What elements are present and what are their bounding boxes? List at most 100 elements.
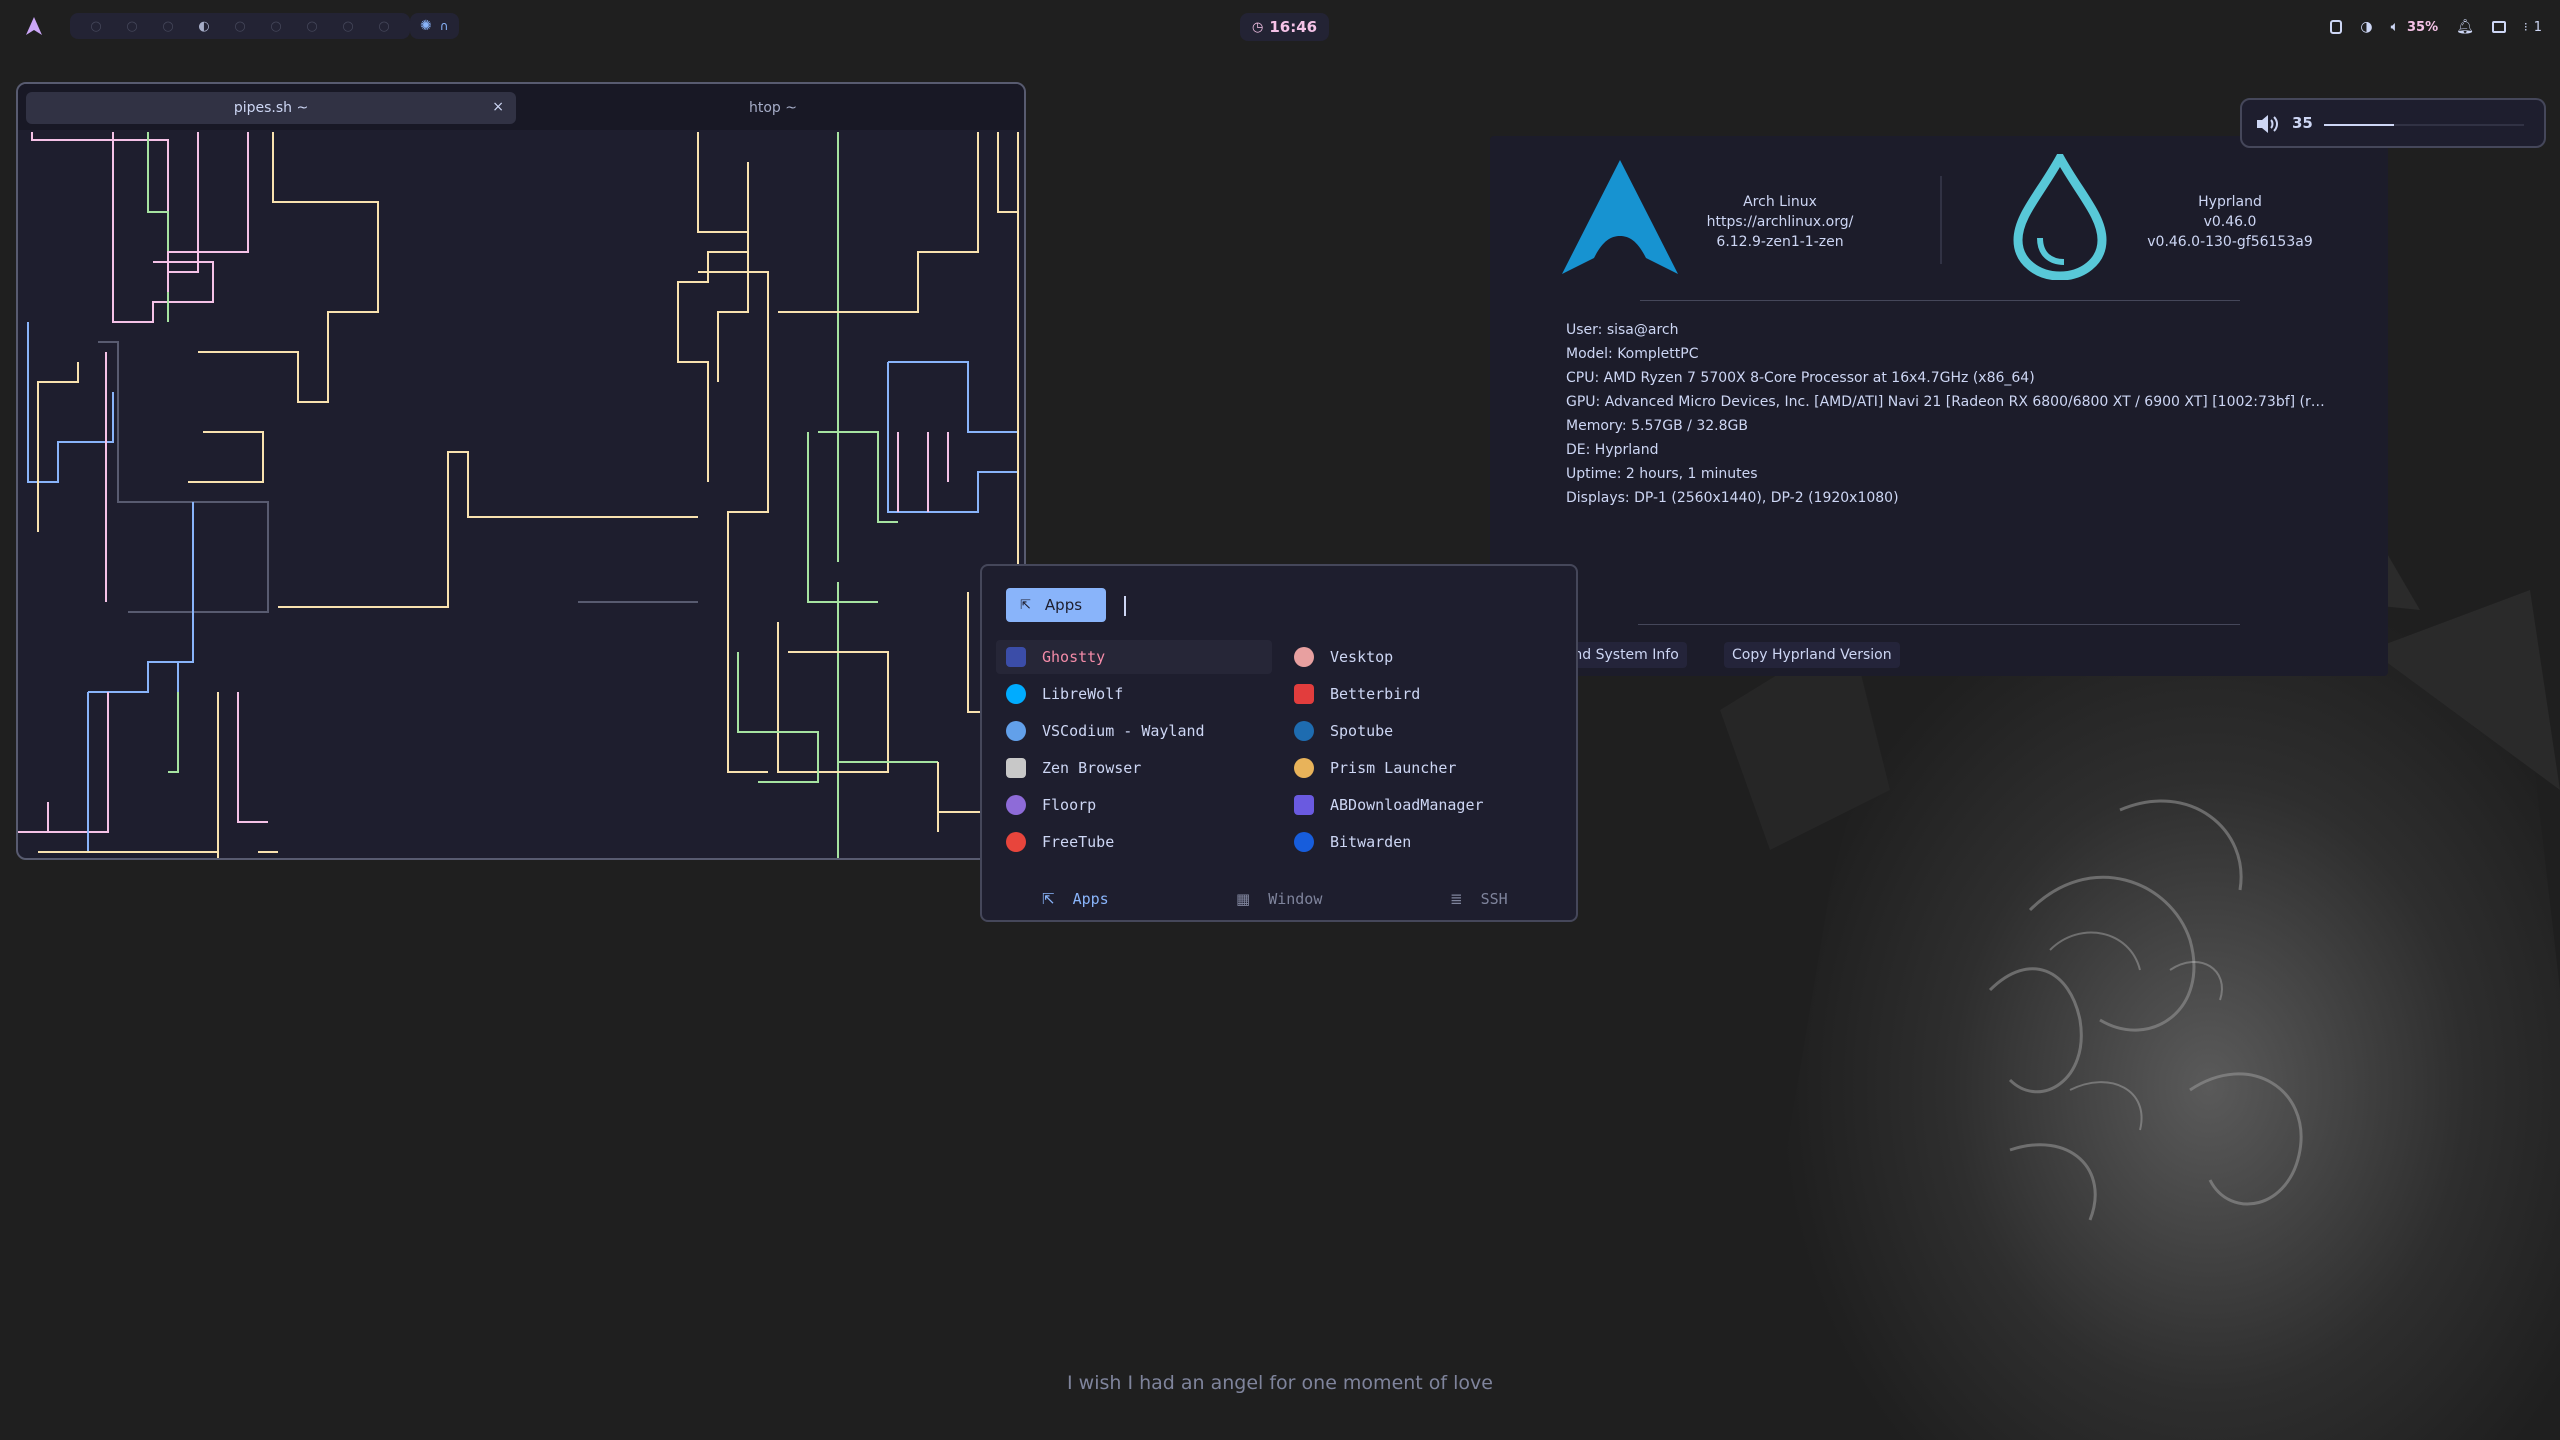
distro-info: Arch Linux https://archlinux.org/ 6.12.9… [1690,192,1870,252]
external-link-icon: ⇱ [1020,597,1031,613]
kernel-version: 6.12.9-zen1-1-zen [1716,234,1844,250]
volume-slider-fill [2324,124,2394,126]
tab-label: htop ~ [749,100,797,116]
volume-widget[interactable]: 🔈︎ 35% [2391,19,2439,35]
distro-name: Arch Linux [1743,194,1817,210]
mode-pill[interactable]: ⇱ Apps [1006,588,1106,622]
floorp-icon [1006,795,1026,815]
app-label: Betterbird [1330,685,1421,703]
tab-pipes[interactable]: pipes.sh ~ × [26,92,516,124]
info-uptime: Uptime: 2 hours, 1 minutes [1566,466,1758,482]
mode-window[interactable]: ▦ Window [1236,884,1322,914]
clipboard-icon[interactable] [2330,20,2343,34]
info-model: Model: KomplettPC [1566,346,1699,362]
app-label: Ghostty [1042,648,1106,666]
workspace-6[interactable]: ○ [258,13,294,39]
ghostty-icon [1006,647,1026,667]
terminal-window[interactable]: pipes.sh ~ × htop ~ [16,82,1026,860]
workspace-1[interactable]: ○ [78,13,114,39]
app-item[interactable]: ABDownloadManager [1284,788,1560,822]
app-item[interactable]: Spotube [1284,714,1560,748]
system-info-panel: Arch Linux https://archlinux.org/ 6.12.9… [1490,136,2388,676]
dots-icon: ⁝ [2523,20,2528,34]
volume-percent: 35% [2406,19,2439,35]
mode-pill-label: Apps [1044,596,1083,614]
abdownloadmanager-icon [1294,795,1314,815]
external-link-icon: ⇱ [1042,890,1055,908]
app-label: Prism Launcher [1330,759,1457,777]
vesktop-icon [1294,647,1314,667]
mode-label: SSH [1480,890,1508,908]
workspace-2[interactable]: ○ [114,13,150,39]
speaker-icon: 🔈︎ [2390,19,2399,35]
workspace-8[interactable]: ○ [330,13,366,39]
volume-slider[interactable] [2324,124,2524,126]
workspace-7[interactable]: ○ [294,13,330,39]
freetube-icon [1006,832,1026,852]
app-item[interactable]: Zen Browser [996,751,1272,785]
workspace-switcher: ○ ○ ○ ◐ ○ ○ ○ ○ ○ [70,13,410,39]
workspace-3[interactable]: ○ [150,13,186,39]
app-item[interactable]: Prism Launcher [1284,751,1560,785]
app-label: Spotube [1330,722,1394,740]
clock[interactable]: ◷ 16:46 [1240,13,1330,41]
wm-build: v0.46.0-130-gf56153a9 [2147,234,2313,250]
top-bar: ○ ○ ○ ◐ ○ ○ ○ ○ ○ ✺ ∩ ◷ 16:46 ◑ 🔈︎ 35% 🔔… [0,0,2560,52]
info-user: User: sisa@arch [1566,322,1679,338]
app-item[interactable]: Betterbird [1284,677,1560,711]
close-tab-icon[interactable]: × [492,99,504,115]
mode-apps[interactable]: ⇱ Apps [1042,884,1109,914]
copy-hyprland-version-button[interactable]: Copy Hyprland Version [1724,642,1900,668]
clock-icon: ◷ [1252,19,1264,35]
app-label: Bitwarden [1330,833,1412,851]
librewolf-icon [1006,684,1026,704]
bell-icon[interactable]: 🔔︎ [2456,19,2474,35]
volume-osd: 35 [2240,98,2546,148]
workspace-indicator-number: 1 [2533,19,2542,35]
workspace-9[interactable]: ○ [366,13,402,39]
info-gpu: GPU: Advanced Micro Devices, Inc. [AMD/A… [1566,394,2325,410]
search-input-cursor[interactable] [1124,596,1126,616]
arch-launcher-icon[interactable] [24,16,44,36]
night-light-icon[interactable]: ◑ [2360,19,2372,35]
betterbird-icon [1294,684,1314,704]
app-label: Floorp [1042,796,1097,814]
app-item[interactable]: Ghostty [996,640,1272,674]
app-item[interactable]: Bitwarden [1284,825,1560,859]
workspace-5[interactable]: ○ [222,13,258,39]
app-label: ABDownloadManager [1330,796,1484,814]
zen-browser-icon [1006,758,1026,778]
mode-label: Apps [1072,890,1109,908]
list-icon: ≣ [1450,890,1463,908]
distro-url: https://archlinux.org/ [1706,214,1854,230]
pipes-animation [18,132,1019,858]
clock-time: 16:46 [1269,18,1318,36]
app-item[interactable]: Vesktop [1284,640,1560,674]
app-label: Zen Browser [1042,759,1142,777]
workspace-indicator[interactable]: ⁝ 1 [2524,20,2542,35]
hyprland-logo [2013,154,2107,280]
grid-icon: ▦ [1236,890,1251,908]
mode-ssh[interactable]: ≣ SSH [1450,884,1508,914]
app-label: VSCodium - Wayland [1042,722,1205,740]
headphones-icon[interactable]: ∩ [440,19,449,33]
app-label: FreeTube [1042,833,1115,851]
status-right: ◑ 🔈︎ 35% 🔔︎ ⁝ 1 [2330,13,2542,41]
sun-icon[interactable]: ✺ [420,18,432,34]
tray-left: ✺ ∩ [410,13,459,39]
mode-switcher: ⇱ Apps ▦ Window ≣ SSH [982,884,1576,914]
tab-htop[interactable]: htop ~ [528,92,1018,124]
wm-name: Hyprland [2198,194,2262,210]
app-item[interactable]: Floorp [996,788,1272,822]
screen-icon[interactable] [2491,21,2506,33]
spotube-icon [1294,721,1314,741]
app-item[interactable]: VSCodium - Wayland [996,714,1272,748]
prism-launcher-icon [1294,758,1314,778]
divider [1940,176,1942,264]
lyric-text: I wish I had an angel for one moment of … [1067,1372,1493,1394]
workspace-4[interactable]: ◐ [186,13,222,39]
app-item[interactable]: FreeTube [996,825,1272,859]
app-item[interactable]: LibreWolf [996,677,1272,711]
wm-version: v0.46.0 [2203,214,2257,230]
info-lines: User: sisa@arch Model: KomplettPC CPU: A… [1566,318,2366,510]
